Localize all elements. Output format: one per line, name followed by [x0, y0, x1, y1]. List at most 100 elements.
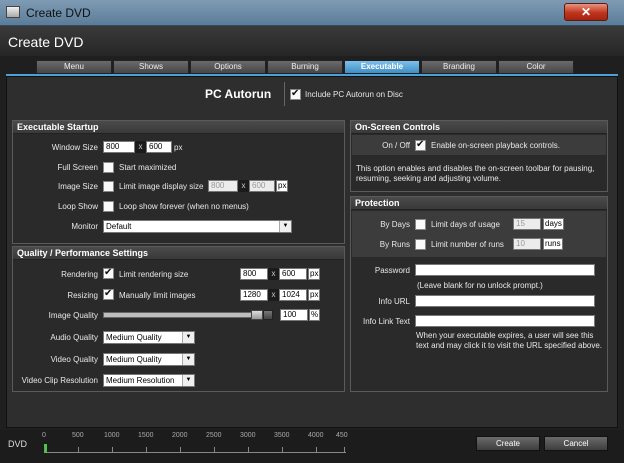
audio-quality-select[interactable]: Medium Quality ▼ [103, 331, 195, 344]
audio-quality-label: Audio Quality [50, 333, 98, 342]
dvd-label: DVD [8, 439, 28, 449]
tab-executable[interactable]: Executable [344, 60, 420, 74]
rendering-label: Rendering [61, 270, 98, 279]
limit-days-checkbox[interactable] [415, 219, 426, 230]
start-maximized-label: Start maximized [119, 163, 177, 172]
expire-note: When your executable expires, a user wil… [416, 331, 603, 350]
ruler-label: 1500 [138, 432, 154, 439]
app-icon [6, 6, 20, 18]
ruler-baseline [44, 452, 346, 453]
window-size-label: Window Size [51, 143, 98, 152]
resize-height-input[interactable]: 1024 [279, 289, 307, 301]
video-quality-label: Video Quality [50, 355, 98, 364]
limits-panel [352, 211, 606, 257]
image-quality-label: Image Quality [48, 311, 98, 320]
image-quality-slider-thumb[interactable] [251, 310, 263, 320]
image-height-input[interactable]: 600 [249, 180, 275, 192]
close-button[interactable]: ✕ [564, 3, 608, 21]
resizing-label: Resizing [67, 291, 98, 300]
enable-controls-label: Enable on-screen playback controls. [431, 141, 560, 150]
start-maximized-checkbox[interactable] [103, 162, 114, 173]
onscreen-description: This option enables and disables the on-… [356, 164, 595, 183]
divider [284, 82, 285, 106]
window-size-x: x [135, 141, 146, 153]
app-title: Create DVD [8, 34, 84, 50]
tab-options[interactable]: Options [190, 60, 266, 74]
tab-shows[interactable]: Shows [113, 60, 189, 74]
video-quality-value: Medium Quality [106, 355, 162, 364]
tab-branding[interactable]: Branding [421, 60, 497, 74]
chevron-down-icon: ▼ [182, 332, 194, 343]
monitor-select[interactable]: Default ▼ [103, 220, 292, 233]
ruler-label: 0 [42, 432, 46, 439]
app-header: Create DVD [0, 26, 624, 56]
loop-forever-checkbox[interactable] [103, 201, 114, 212]
days-input[interactable]: 15 [513, 218, 541, 230]
chevron-down-icon: ▼ [182, 375, 194, 386]
ruler-label: 3000 [240, 432, 256, 439]
pc-autorun-title: PC Autorun [205, 87, 272, 101]
window-title: Create DVD [26, 6, 91, 20]
runs-unit: runs [543, 238, 563, 250]
resize-x: x [268, 289, 279, 301]
image-size-label: Image Size [57, 182, 98, 191]
full-screen-label: Full Screen [57, 163, 98, 172]
password-label: Password [374, 266, 410, 275]
tab-bar: Menu Shows Options Burning Executable Br… [36, 60, 604, 74]
include-autorun-checkbox[interactable] [290, 88, 301, 100]
capacity-ruler: 0 500 1000 1500 2000 2500 3000 3500 4000… [42, 432, 348, 453]
ruler-tick [78, 447, 79, 452]
image-width-input[interactable]: 800 [208, 180, 238, 192]
tab-color[interactable]: Color [498, 60, 574, 74]
info-link-label: Info Link Text [363, 317, 410, 326]
cancel-button[interactable]: Cancel [544, 436, 608, 451]
limit-display-label: Limit image display size [119, 182, 204, 191]
limit-runs-checkbox[interactable] [415, 239, 426, 250]
slider-right-button[interactable] [263, 310, 273, 320]
resize-width-input[interactable]: 1280 [240, 289, 268, 301]
video-quality-select[interactable]: Medium Quality ▼ [103, 353, 195, 366]
image-size-x: x [238, 180, 249, 192]
loop-forever-label: Loop show forever (when no menus) [119, 202, 249, 211]
ruler-tick [146, 447, 147, 452]
ruler-label: 2000 [172, 432, 188, 439]
render-height-input[interactable]: 600 [279, 268, 307, 280]
manually-limit-checkbox[interactable] [103, 288, 114, 300]
ruler-tick [214, 447, 215, 452]
limit-days-label: Limit days of usage [431, 220, 500, 229]
info-url-input[interactable] [415, 295, 595, 307]
ruler-label: 500 [72, 432, 84, 439]
ruler-tick [112, 447, 113, 452]
video-clip-select[interactable]: Medium Resolution ▼ [103, 374, 195, 387]
render-width-input[interactable]: 800 [240, 268, 268, 280]
chevron-down-icon: ▼ [182, 354, 194, 365]
ruler-label: 450 [336, 432, 348, 439]
window-height-input[interactable]: 600 [146, 141, 172, 153]
ruler-label: 3500 [274, 432, 290, 439]
ruler-tick [44, 447, 45, 452]
runs-input[interactable]: 10 [513, 238, 541, 250]
image-quality-slider[interactable] [103, 312, 273, 318]
ruler-tick [282, 447, 283, 452]
video-clip-label: Video Clip Resolution [21, 376, 98, 385]
limit-rendering-label: Limit rendering size [119, 270, 189, 279]
render-unit: px [308, 268, 321, 280]
info-link-input[interactable] [415, 315, 595, 327]
enable-controls-checkbox[interactable] [415, 139, 426, 151]
protection-title: Protection [351, 197, 607, 210]
limit-rendering-checkbox[interactable] [103, 267, 114, 279]
include-autorun-label: Include PC Autorun on Disc [305, 90, 403, 99]
limit-runs-label: Limit number of runs [431, 240, 504, 249]
ruler-tick [316, 447, 317, 452]
tab-menu[interactable]: Menu [36, 60, 112, 74]
loop-show-label: Loop Show [57, 202, 98, 211]
limit-display-checkbox[interactable] [103, 181, 114, 192]
create-button[interactable]: Create [476, 436, 540, 451]
image-quality-input[interactable]: 100 [280, 309, 308, 321]
quality-title: Quality / Performance Settings [13, 247, 344, 260]
ruler-tick [248, 447, 249, 452]
window-width-input[interactable]: 800 [103, 141, 135, 153]
tab-burning[interactable]: Burning [267, 60, 343, 74]
window-size-unit: px [174, 143, 183, 152]
password-input[interactable] [415, 264, 595, 276]
